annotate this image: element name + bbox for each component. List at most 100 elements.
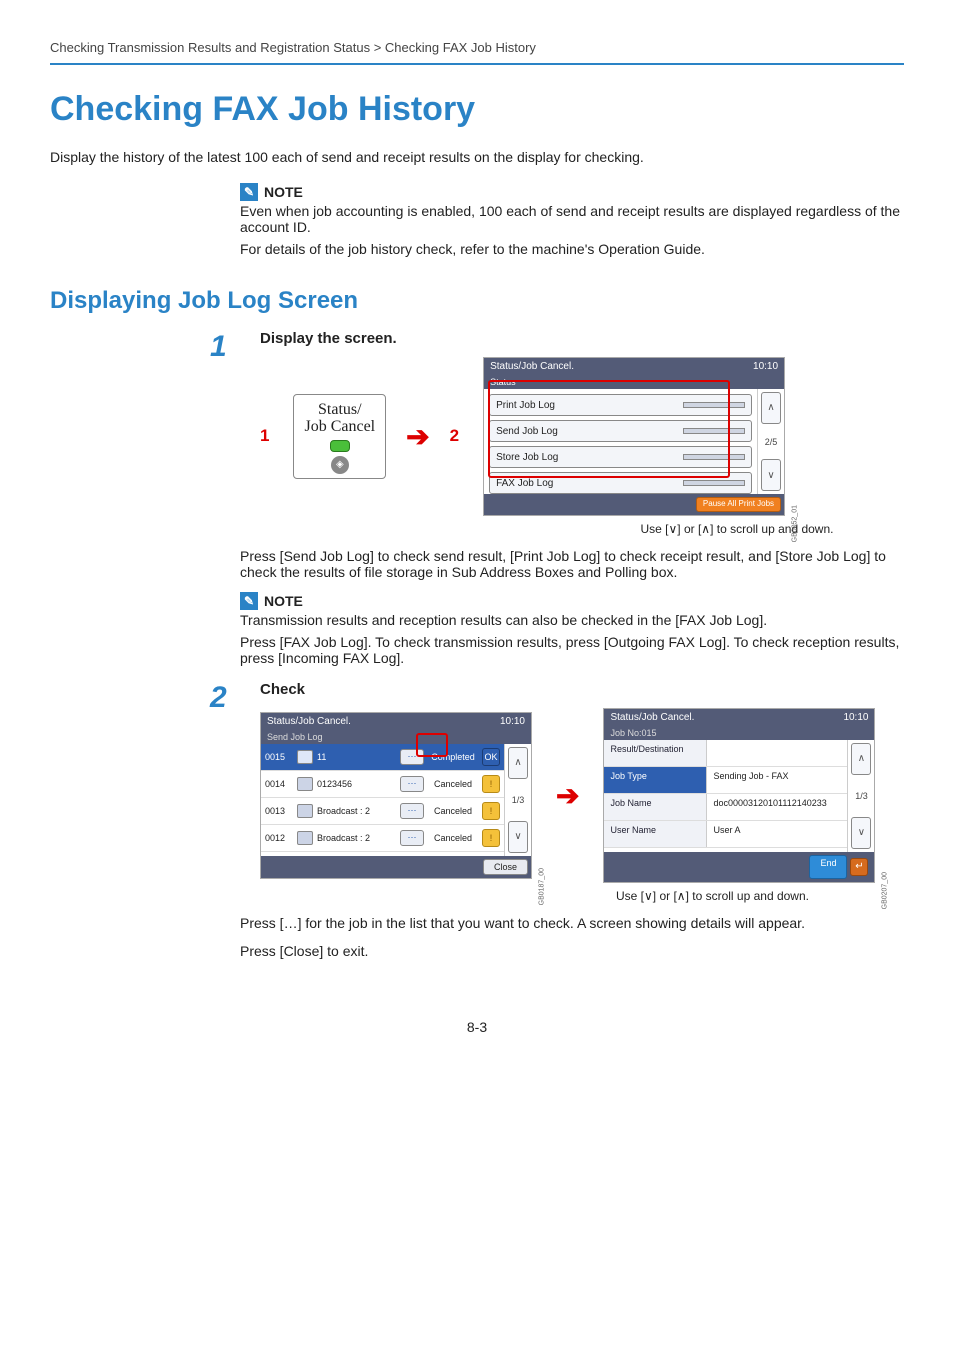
job-id: 0012 bbox=[265, 833, 293, 843]
log-menu-panel: Status/Job Cancel. 10:10 Status Print Jo… bbox=[483, 357, 785, 516]
gb-label: GB0052_01 bbox=[791, 505, 798, 542]
item-label: Store Job Log bbox=[496, 452, 558, 463]
breadcrumb: Checking Transmission Results and Regist… bbox=[50, 40, 904, 65]
step2-figures: Status/Job Cancel. 10:10 Send Job Log 00… bbox=[260, 708, 904, 883]
scroll-up-button[interactable]: ∧ bbox=[508, 747, 528, 779]
page-title: Checking FAX Job History bbox=[50, 90, 904, 129]
note-icon: ✎ bbox=[240, 183, 258, 201]
step-1: 1 Display the screen. 1 Status/ Job Canc… bbox=[50, 330, 904, 536]
status-warn-icon: ! bbox=[482, 829, 500, 847]
fax-icon bbox=[297, 777, 313, 791]
end-button[interactable]: End bbox=[809, 855, 847, 879]
job-id: 0014 bbox=[265, 779, 293, 789]
scroll-down-button[interactable]: ∨ bbox=[851, 817, 871, 849]
intro-text: Display the history of the latest 100 ea… bbox=[50, 149, 904, 165]
substep-2: 2 bbox=[450, 426, 459, 446]
note1-line2: For details of the job history check, re… bbox=[240, 241, 904, 257]
fax-job-log-button[interactable]: FAX Job Log bbox=[489, 472, 752, 494]
step-2-number: 2 bbox=[50, 681, 240, 903]
scroll-up-button[interactable]: ∧ bbox=[761, 392, 781, 424]
status-job-cancel-key[interactable]: Status/ Job Cancel ◈ bbox=[293, 394, 386, 479]
details-button[interactable]: ⋯ bbox=[400, 749, 424, 765]
panel-title: Status/Job Cancel. bbox=[490, 361, 574, 372]
job-dest: 0123456 bbox=[317, 779, 396, 789]
status-warn-icon: ! bbox=[482, 775, 500, 793]
page-indicator: 2/5 bbox=[758, 427, 784, 457]
close-button[interactable]: Close bbox=[483, 859, 528, 875]
note1-line1: Even when job accounting is enabled, 100… bbox=[240, 203, 904, 235]
job-status: Canceled bbox=[428, 833, 478, 843]
gb-label: GB0187_00 bbox=[538, 868, 545, 905]
detail-rows: Result/Destination Job TypeSending Job -… bbox=[604, 740, 847, 852]
panel-time: 10:10 bbox=[500, 716, 525, 727]
step1-description: Press [Send Job Log] to check send resul… bbox=[240, 548, 904, 580]
fax-icon bbox=[297, 750, 313, 764]
send-job-log-button[interactable]: Send Job Log bbox=[489, 420, 752, 442]
step-2: 2 Check Status/Job Cancel. 10:10 Send Jo… bbox=[50, 681, 904, 903]
panel-time: 10:10 bbox=[753, 361, 778, 372]
scroll-down-button[interactable]: ∨ bbox=[761, 459, 781, 491]
key-lamp-icon bbox=[330, 440, 350, 452]
job-row-0012[interactable]: 0012 Broadcast : 2 ⋯ Canceled ! bbox=[261, 825, 504, 852]
job-row-0015[interactable]: 0015 11 ⋯ Completed OK bbox=[261, 744, 504, 771]
note-box-2: ✎ NOTE Transmission results and receptio… bbox=[240, 592, 904, 666]
details-button[interactable]: ⋯ bbox=[400, 776, 424, 792]
job-status: Canceled bbox=[428, 779, 478, 789]
item-label: FAX Job Log bbox=[496, 478, 553, 489]
scroll-hint-1: Use [∨] or [∧] to scroll up and down. bbox=[570, 522, 904, 536]
fax-icon bbox=[297, 804, 313, 818]
detail-label-jobtype: Job Type bbox=[604, 767, 707, 793]
key-line1: Status/ bbox=[318, 401, 362, 419]
send-job-log-panel: Status/Job Cancel. 10:10 Send Job Log 00… bbox=[260, 712, 532, 879]
status-ok-icon: OK bbox=[482, 748, 500, 766]
job-id: 0015 bbox=[265, 752, 293, 762]
store-job-log-button[interactable]: Store Job Log bbox=[489, 446, 752, 468]
step1-figures: 1 Status/ Job Cancel ◈ ➔ 2 Status/Job Ca… bbox=[260, 357, 904, 516]
job-row-0014[interactable]: 0014 0123456 ⋯ Canceled ! bbox=[261, 771, 504, 798]
step-2-title: Check bbox=[260, 681, 904, 698]
status-warn-icon: ! bbox=[482, 802, 500, 820]
enter-button[interactable]: ↵ bbox=[850, 858, 868, 876]
scroll-hint-2: Use [∨] or [∧] to scroll up and down. bbox=[616, 889, 904, 903]
page-indicator: 1/3 bbox=[508, 785, 528, 815]
arrow-icon: ➔ bbox=[556, 779, 579, 812]
section-title: Displaying Job Log Screen bbox=[50, 287, 904, 315]
note-label: NOTE bbox=[264, 184, 303, 200]
job-list: 0015 11 ⋯ Completed OK 0014 0123456 ⋯ bbox=[261, 744, 504, 856]
details-button[interactable]: ⋯ bbox=[400, 830, 424, 846]
key-rhombus-icon: ◈ bbox=[331, 456, 349, 474]
note-icon: ✎ bbox=[240, 592, 258, 610]
job-row-0013[interactable]: 0013 Broadcast : 2 ⋯ Canceled ! bbox=[261, 798, 504, 825]
note2-line1: Transmission results and reception resul… bbox=[240, 612, 904, 628]
note-label: NOTE bbox=[264, 593, 303, 609]
job-detail-panel: Status/Job Cancel. 10:10 Job No:015 Resu… bbox=[603, 708, 875, 883]
job-dest: 11 bbox=[317, 752, 396, 762]
panel-title: Status/Job Cancel. bbox=[610, 712, 694, 723]
fax-icon bbox=[297, 831, 313, 845]
panel-title: Status/Job Cancel. bbox=[267, 716, 351, 727]
step-1-number: 1 bbox=[50, 330, 240, 536]
job-dest: Broadcast : 2 bbox=[317, 806, 396, 816]
job-dest: Broadcast : 2 bbox=[317, 833, 396, 843]
detail-label-result: Result/Destination bbox=[604, 740, 707, 766]
job-status: Completed bbox=[428, 752, 478, 762]
arrow-icon: ➔ bbox=[406, 420, 429, 453]
detail-label-jobname: Job Name bbox=[604, 794, 707, 820]
page-number: 8-3 bbox=[50, 1019, 904, 1035]
scroll-down-button[interactable]: ∨ bbox=[508, 821, 528, 853]
panel-subheader: Send Job Log bbox=[261, 730, 531, 744]
step2-description-1: Press […] for the job in the list that y… bbox=[240, 915, 904, 931]
step2-description-2: Press [Close] to exit. bbox=[240, 943, 904, 959]
key-line2: Job Cancel bbox=[304, 418, 375, 436]
detail-value-result bbox=[707, 740, 847, 766]
pause-all-button[interactable]: Pause All Print Jobs bbox=[696, 497, 781, 512]
step-1-title: Display the screen. bbox=[260, 330, 904, 347]
scroll-up-button[interactable]: ∧ bbox=[851, 743, 871, 775]
panel-subheader: Job No:015 bbox=[604, 726, 874, 740]
item-label: Print Job Log bbox=[496, 400, 555, 411]
panel-time: 10:10 bbox=[843, 712, 868, 723]
print-job-log-button[interactable]: Print Job Log bbox=[489, 394, 752, 416]
substep-1: 1 bbox=[260, 426, 269, 446]
page-indicator: 1/3 bbox=[851, 781, 871, 811]
details-button[interactable]: ⋯ bbox=[400, 803, 424, 819]
